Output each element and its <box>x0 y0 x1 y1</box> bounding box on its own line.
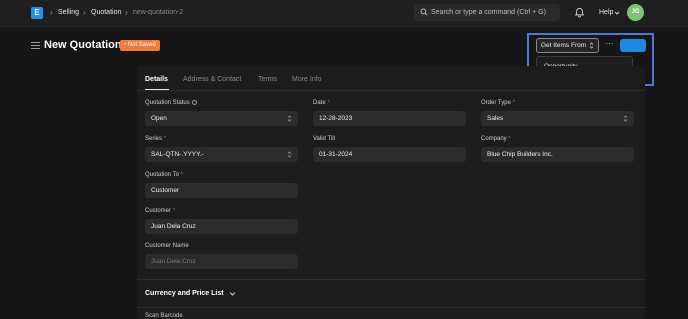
series-label: Series * <box>145 136 167 142</box>
date-field[interactable]: 12-28-2023 <box>313 111 466 126</box>
quotation-to-label: Quotation To * <box>145 172 183 178</box>
order-type-select[interactable]: Sales <box>481 111 634 126</box>
breadcrumb-current: new-quotation-2 <box>133 9 184 16</box>
search-placeholder: Search or type a command (Ctrl + G) <box>431 9 546 16</box>
customer-name-label: Customer Name <box>145 243 189 249</box>
search-icon <box>420 8 428 16</box>
navbar: E › Selling › Quotation › new-quotation-… <box>0 0 688 27</box>
sidebar-toggle-icon[interactable] <box>31 42 40 49</box>
breadcrumb-quotation[interactable]: Quotation <box>91 9 121 16</box>
page-title: New Quotation <box>44 39 122 51</box>
order-type-label: Order Type * <box>481 100 515 106</box>
valid-till-field[interactable]: 01-31-2024 <box>313 147 466 162</box>
tab-details[interactable]: Details <box>145 76 168 83</box>
date-label: Date * <box>313 100 330 106</box>
customer-label: Customer * <box>145 208 176 214</box>
app-logo[interactable]: E <box>31 7 43 19</box>
notification-bell-icon[interactable] <box>574 7 585 18</box>
currency-price-list-section[interactable]: Currency and Price List <box>145 290 224 297</box>
info-icon <box>191 100 197 105</box>
company-label: Company * <box>481 136 511 142</box>
section-divider <box>137 279 645 280</box>
tab-address-contact[interactable]: Address & Contact <box>183 76 241 83</box>
series-select[interactable]: SAL-QTN-.YYYY.- <box>145 147 298 162</box>
status-badge: • Not Saved <box>120 40 160 51</box>
chevron-right-icon: › <box>125 8 128 17</box>
quotation-status-select[interactable]: Open <box>145 111 298 126</box>
customer-field[interactable]: Juan Dela Cruz <box>145 219 298 234</box>
tab-terms[interactable]: Terms <box>258 76 277 83</box>
breadcrumb-selling[interactable]: Selling <box>58 9 79 16</box>
scan-barcode-label: Scan Barcode <box>145 313 183 319</box>
customer-name-field[interactable]: Juan Dela Cruz <box>145 254 298 269</box>
select-caret-icon <box>287 151 292 158</box>
section-divider <box>137 307 645 308</box>
chevron-right-icon: › <box>50 8 53 17</box>
select-caret-icon <box>623 115 628 122</box>
quotation-status-label: Quotation Status <box>145 100 197 106</box>
chevron-down-icon[interactable] <box>614 10 620 16</box>
tabs-divider <box>137 90 645 91</box>
user-avatar[interactable]: JG <box>627 4 644 21</box>
quotation-to-field[interactable]: Customer <box>145 183 298 198</box>
chevron-down-icon[interactable] <box>229 291 236 297</box>
search-bar[interactable]: Search or type a command (Ctrl + G) <box>414 4 560 21</box>
select-caret-icon <box>287 115 292 122</box>
chevron-right-icon: › <box>83 8 86 17</box>
company-field[interactable]: Blue Chip Builders Inc. <box>481 147 634 162</box>
help-menu[interactable]: Help <box>599 9 613 16</box>
valid-till-label: Valid Till <box>313 136 335 142</box>
tab-more-info[interactable]: More Info <box>292 76 322 83</box>
